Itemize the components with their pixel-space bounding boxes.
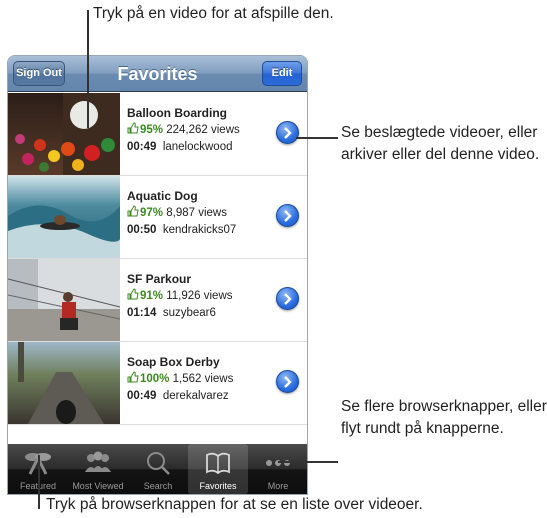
tab-favorites[interactable]: Favorites xyxy=(188,444,248,494)
chevron-right-icon xyxy=(284,127,292,139)
callout-line-right2 xyxy=(278,461,338,463)
rating-percent: 97% xyxy=(140,207,164,219)
video-thumbnail[interactable] xyxy=(8,342,120,424)
duration: 01:14 xyxy=(127,307,157,319)
video-row-sf-parkour[interactable]: SF Parkour 91% 11,926 views 01:14 suzybe… xyxy=(8,259,307,342)
video-title: Aquatic Dog xyxy=(127,189,198,203)
tab-label: Most Viewed xyxy=(72,481,124,491)
tab-more[interactable]: More xyxy=(248,444,307,494)
video-thumbnail[interactable] xyxy=(8,259,120,341)
uploader: lanelockwood xyxy=(162,141,233,153)
thumbs-up-icon xyxy=(127,205,139,217)
video-info: Balloon Boarding 95% 224,262 views 00:49… xyxy=(127,105,240,156)
tab-most-viewed[interactable]: Most Viewed xyxy=(68,444,128,494)
tab-bar: Featured Most Viewed Search Favorites xyxy=(8,444,307,494)
duration: 00:50 xyxy=(127,224,157,236)
chevron-right-icon xyxy=(284,210,292,222)
video-info: Aquatic Dog 97% 8,987 views 00:50 kendra… xyxy=(127,188,236,239)
duration: 00:49 xyxy=(127,390,157,402)
thumbs-up-icon xyxy=(127,122,139,134)
most-viewed-icon xyxy=(85,451,111,472)
video-title: Soap Box Derby xyxy=(127,355,220,369)
video-thumbnail[interactable] xyxy=(8,176,120,258)
view-count: 224,262 views xyxy=(166,124,240,136)
uploader: suzybear6 xyxy=(162,307,216,319)
more-dots-icon xyxy=(266,460,290,466)
callout-line-right1 xyxy=(296,137,338,139)
video-row-balloon-boarding[interactable]: Balloon Boarding 95% 224,262 views 00:49… xyxy=(8,93,307,176)
view-count: 1,562 views xyxy=(172,373,234,385)
callout-line-bottom xyxy=(38,455,40,509)
video-title: SF Parkour xyxy=(127,272,192,286)
thumbs-up-icon xyxy=(127,288,139,300)
view-count: 11,926 views xyxy=(166,290,233,302)
tab-label: Search xyxy=(143,481,173,491)
video-list: Balloon Boarding 95% 224,262 views 00:49… xyxy=(8,93,307,425)
thumbs-up-icon xyxy=(127,371,139,383)
tab-label: Favorites xyxy=(199,481,237,491)
callout-related-videos: Se beslægtede videoer, eller arkiver ell… xyxy=(341,124,540,163)
edit-button[interactable]: Edit xyxy=(262,61,302,86)
callout-line-top xyxy=(87,10,89,128)
rating-percent: 95% xyxy=(140,124,164,136)
callout-play-video: Tryk på en video for at afspille den. xyxy=(93,5,334,22)
uploader: kendrakicks07 xyxy=(162,224,237,236)
rating-percent: 91% xyxy=(140,290,164,302)
favorites-book-icon xyxy=(206,452,230,475)
video-info: Soap Box Derby 100% 1,562 views 00:49 de… xyxy=(127,354,233,405)
search-icon xyxy=(147,452,170,475)
phone-screen: Sign Out Favorites Edit Balloon Boarding… xyxy=(7,55,308,495)
tab-search[interactable]: Search xyxy=(128,444,188,494)
detail-disclosure-button[interactable] xyxy=(276,121,299,144)
video-thumbnail[interactable] xyxy=(8,93,120,175)
video-row-aquatic-dog[interactable]: Aquatic Dog 97% 8,987 views 00:50 kendra… xyxy=(8,176,307,259)
chevron-right-icon xyxy=(284,293,292,305)
detail-disclosure-button[interactable] xyxy=(276,370,299,393)
tab-label: More xyxy=(267,481,289,491)
video-info: SF Parkour 91% 11,926 views 01:14 suzybe… xyxy=(127,271,233,322)
callout-more-buttons: Se flere browserknapper, eller flyt rund… xyxy=(341,398,547,437)
video-row-soap-box-derby[interactable]: Soap Box Derby 100% 1,562 views 00:49 de… xyxy=(8,342,307,425)
video-title: Balloon Boarding xyxy=(127,106,227,120)
callout-browse-button: Tryk på browserknappen for at se en list… xyxy=(46,496,423,513)
detail-disclosure-button[interactable] xyxy=(276,204,299,227)
rating-percent: 100% xyxy=(140,373,170,385)
duration: 00:49 xyxy=(127,141,157,153)
chevron-right-icon xyxy=(284,376,292,388)
view-count: 8,987 views xyxy=(166,207,227,219)
navigation-bar: Sign Out Favorites Edit xyxy=(8,56,307,92)
detail-disclosure-button[interactable] xyxy=(276,287,299,310)
uploader: derekalvarez xyxy=(162,390,229,402)
